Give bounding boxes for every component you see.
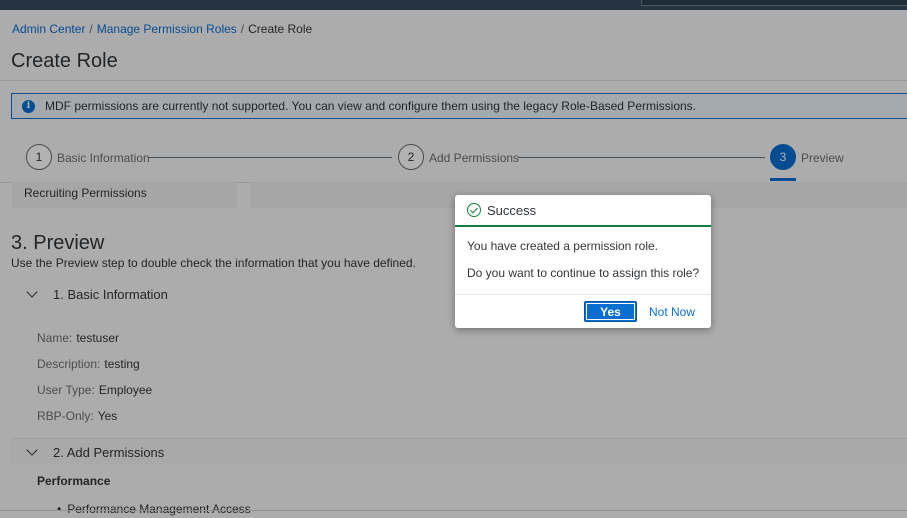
success-check-icon bbox=[467, 203, 481, 217]
not-now-button[interactable]: Not Now bbox=[649, 305, 695, 319]
dialog-footer: Yes Not Now bbox=[455, 294, 711, 328]
dialog-message-assign: Do you want to continue to assign this r… bbox=[467, 266, 700, 280]
dialog-header: Success bbox=[455, 195, 711, 227]
modal-backdrop bbox=[0, 0, 907, 518]
dialog-message-created: You have created a permission role. bbox=[467, 239, 659, 253]
dialog-title: Success bbox=[487, 202, 537, 218]
yes-button[interactable]: Yes bbox=[583, 301, 637, 322]
success-dialog: Success You have created a permission ro… bbox=[455, 195, 711, 328]
dialog-body: You have created a permission role. Do y… bbox=[455, 227, 711, 280]
